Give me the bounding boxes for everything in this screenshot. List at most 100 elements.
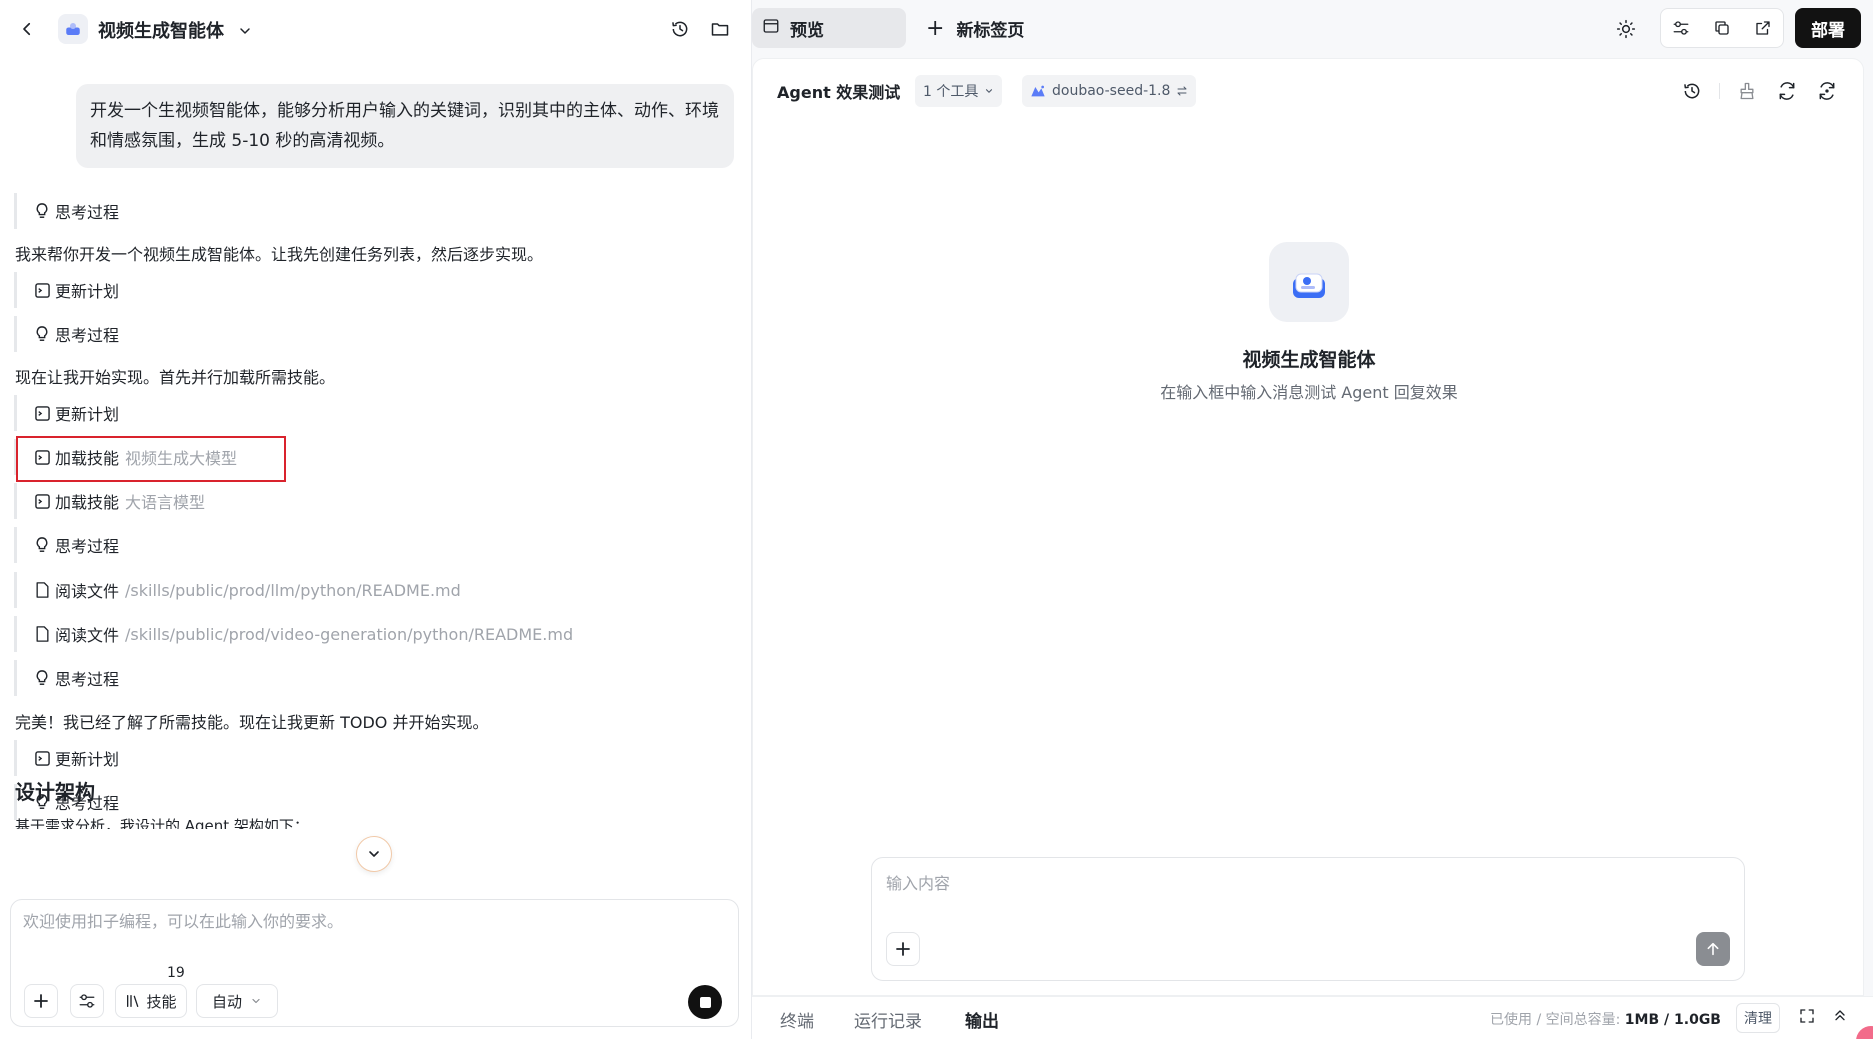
lightbulb-icon xyxy=(33,669,51,687)
chevron-down-icon xyxy=(369,851,379,857)
storage-used: 1MB xyxy=(1624,1012,1660,1028)
mode-select[interactable]: 自动 xyxy=(196,984,278,1018)
step-label: 阅读文件 xyxy=(55,582,120,601)
folder-icon[interactable] xyxy=(703,12,737,46)
preview-toolbar xyxy=(1660,8,1784,48)
clean-button[interactable]: 清理 xyxy=(1736,1003,1780,1033)
external-link-icon[interactable] xyxy=(1742,9,1783,47)
assistant-message: 完美！我已经了解了所需技能。现在让我更新 TODO 并开始实现。 xyxy=(15,713,489,732)
highlight-box xyxy=(16,436,286,482)
step-detail: /skills/public/prod/video-generation/pyt… xyxy=(125,624,574,644)
step-label: 更新计划 xyxy=(55,750,120,769)
preview-title: Agent 效果测试 xyxy=(777,83,901,102)
step-label: 思考过程 xyxy=(55,537,120,556)
copy-icon[interactable] xyxy=(1702,9,1743,47)
file-icon xyxy=(33,625,51,643)
scroll-down-button[interactable] xyxy=(356,836,392,872)
empty-state-title: 视频生成智能体 xyxy=(1242,349,1376,371)
agent-preview-card: Agent 效果测试 1 个工具 doubao-seed-1.8 视频生成智能体… xyxy=(752,58,1864,996)
terminal-icon xyxy=(33,492,51,510)
storage-label: 已使用 / 空间总容量: xyxy=(1490,1012,1625,1028)
plan-step[interactable]: 更新计划 xyxy=(14,395,119,431)
plan-step[interactable]: 更新计划 xyxy=(14,272,119,308)
tab-output[interactable]: 输出 xyxy=(965,1007,999,1032)
sliders-icon xyxy=(79,994,95,1008)
preview-panel: 预览 + 新标签页 部署 Agent 效果测试 1 个工具 doubao-see… xyxy=(752,0,1873,1039)
thinking-step[interactable]: 思考过程 xyxy=(14,660,119,696)
lightbulb-icon xyxy=(33,536,51,554)
tools-label: 1 个工具 xyxy=(923,84,979,100)
app-root: 视频生成智能体 开发一个生视频智能体，能够分析用户输入的关键词，识别其中的主体、… xyxy=(0,0,1873,1039)
chevron-down-icon xyxy=(252,998,260,1004)
history-icon[interactable] xyxy=(663,12,697,46)
add-attachment-button[interactable] xyxy=(24,984,58,1018)
step-label: 思考过程 xyxy=(55,670,120,689)
chevrons-up-icon[interactable] xyxy=(1832,1007,1848,1027)
back-icon[interactable] xyxy=(10,12,44,46)
plus-icon xyxy=(896,942,910,956)
settings-button[interactable] xyxy=(70,984,104,1018)
step-label: 加载技能 xyxy=(55,493,120,512)
read-file-step[interactable]: 阅读文件 /skills/public/prod/llm/python/READ… xyxy=(14,572,461,608)
deploy-button[interactable]: 部署 xyxy=(1795,8,1861,48)
preview-input[interactable] xyxy=(886,874,1686,893)
skill-count-badge: 19 xyxy=(167,965,185,981)
plan-step[interactable]: 更新计划 xyxy=(14,740,119,776)
model-name: doubao-seed-1.8 xyxy=(1052,83,1171,99)
load-skill-step[interactable]: 加载技能 大语言模型 xyxy=(14,483,205,519)
add-attachment-button[interactable] xyxy=(886,932,920,966)
step-label: 更新计划 xyxy=(55,282,120,301)
agent-avatar xyxy=(58,14,88,44)
fullscreen-icon[interactable] xyxy=(1798,1007,1816,1029)
skills-button[interactable]: 19 技能 xyxy=(115,965,187,1018)
empty-state-subtitle: 在输入框中输入消息测试 Agent 回复效果 xyxy=(1160,383,1458,402)
terminal-icon xyxy=(33,281,51,299)
send-button[interactable] xyxy=(1696,932,1730,966)
agent-logo-icon xyxy=(1269,242,1349,322)
step-label: 阅读文件 xyxy=(55,626,120,645)
preview-composer xyxy=(871,857,1745,981)
chat-topbar: 视频生成智能体 xyxy=(0,0,752,58)
lightbulb-icon xyxy=(33,202,51,220)
chevron-down-icon[interactable] xyxy=(228,14,262,48)
bottom-panel-tabs: 终端 运行记录 输出 已使用 / 空间总容量: 1MB / 1.0GB 清理 xyxy=(752,996,1873,1039)
plus-icon: + xyxy=(926,15,945,41)
thinking-step[interactable]: 思考过程 xyxy=(14,193,119,229)
step-label: 思考过程 xyxy=(55,326,120,345)
thinking-step[interactable]: 思考过程 xyxy=(14,316,119,352)
chat-composer: 19 技能 自动 xyxy=(10,899,739,1027)
library-icon xyxy=(127,995,139,1007)
theme-toggle-icon[interactable] xyxy=(1609,12,1643,46)
mode-label: 自动 xyxy=(211,992,242,1011)
chat-input[interactable] xyxy=(23,912,723,931)
section-heading: 设计架构 xyxy=(15,780,95,804)
storage-usage: 已使用 / 空间总容量: 1MB / 1.0GB xyxy=(1490,1009,1721,1029)
step-label: 思考过程 xyxy=(55,203,120,222)
step-detail: 大语言模型 xyxy=(125,493,206,512)
plus-icon xyxy=(34,994,48,1008)
clear-icon[interactable] xyxy=(1733,77,1761,105)
refresh-icon[interactable] xyxy=(1773,77,1801,105)
model-selector[interactable]: doubao-seed-1.8 xyxy=(1022,75,1197,107)
storage-total: 1.0GB xyxy=(1674,1012,1721,1028)
history-icon[interactable] xyxy=(1678,77,1706,105)
stop-button[interactable] xyxy=(688,985,722,1019)
new-tab-button[interactable]: + 新标签页 xyxy=(926,8,1024,48)
chevron-down-icon xyxy=(986,89,993,93)
file-icon xyxy=(33,581,51,599)
assistant-message: 我来帮你开发一个视频生成智能体。让我先创建任务列表，然后逐步实现。 xyxy=(15,245,544,264)
storage-sep: / xyxy=(1659,1012,1675,1028)
reload-icon[interactable] xyxy=(1813,77,1841,105)
tab-terminal[interactable]: 终端 xyxy=(780,1007,814,1032)
thinking-step[interactable]: 思考过程 xyxy=(14,527,119,563)
stop-icon xyxy=(699,996,711,1008)
terminal-icon xyxy=(33,749,51,767)
sliders-icon[interactable] xyxy=(1661,9,1702,47)
tab-run-log[interactable]: 运行记录 xyxy=(854,1007,922,1032)
tools-dropdown[interactable]: 1 个工具 xyxy=(915,75,1003,107)
agent-title[interactable]: 视频生成智能体 xyxy=(98,17,224,43)
step-label: 更新计划 xyxy=(55,405,120,424)
read-file-step[interactable]: 阅读文件 /skills/public/prod/video-generatio… xyxy=(14,616,573,652)
tab-preview[interactable]: 预览 xyxy=(752,8,906,48)
terminal-icon xyxy=(33,404,51,422)
